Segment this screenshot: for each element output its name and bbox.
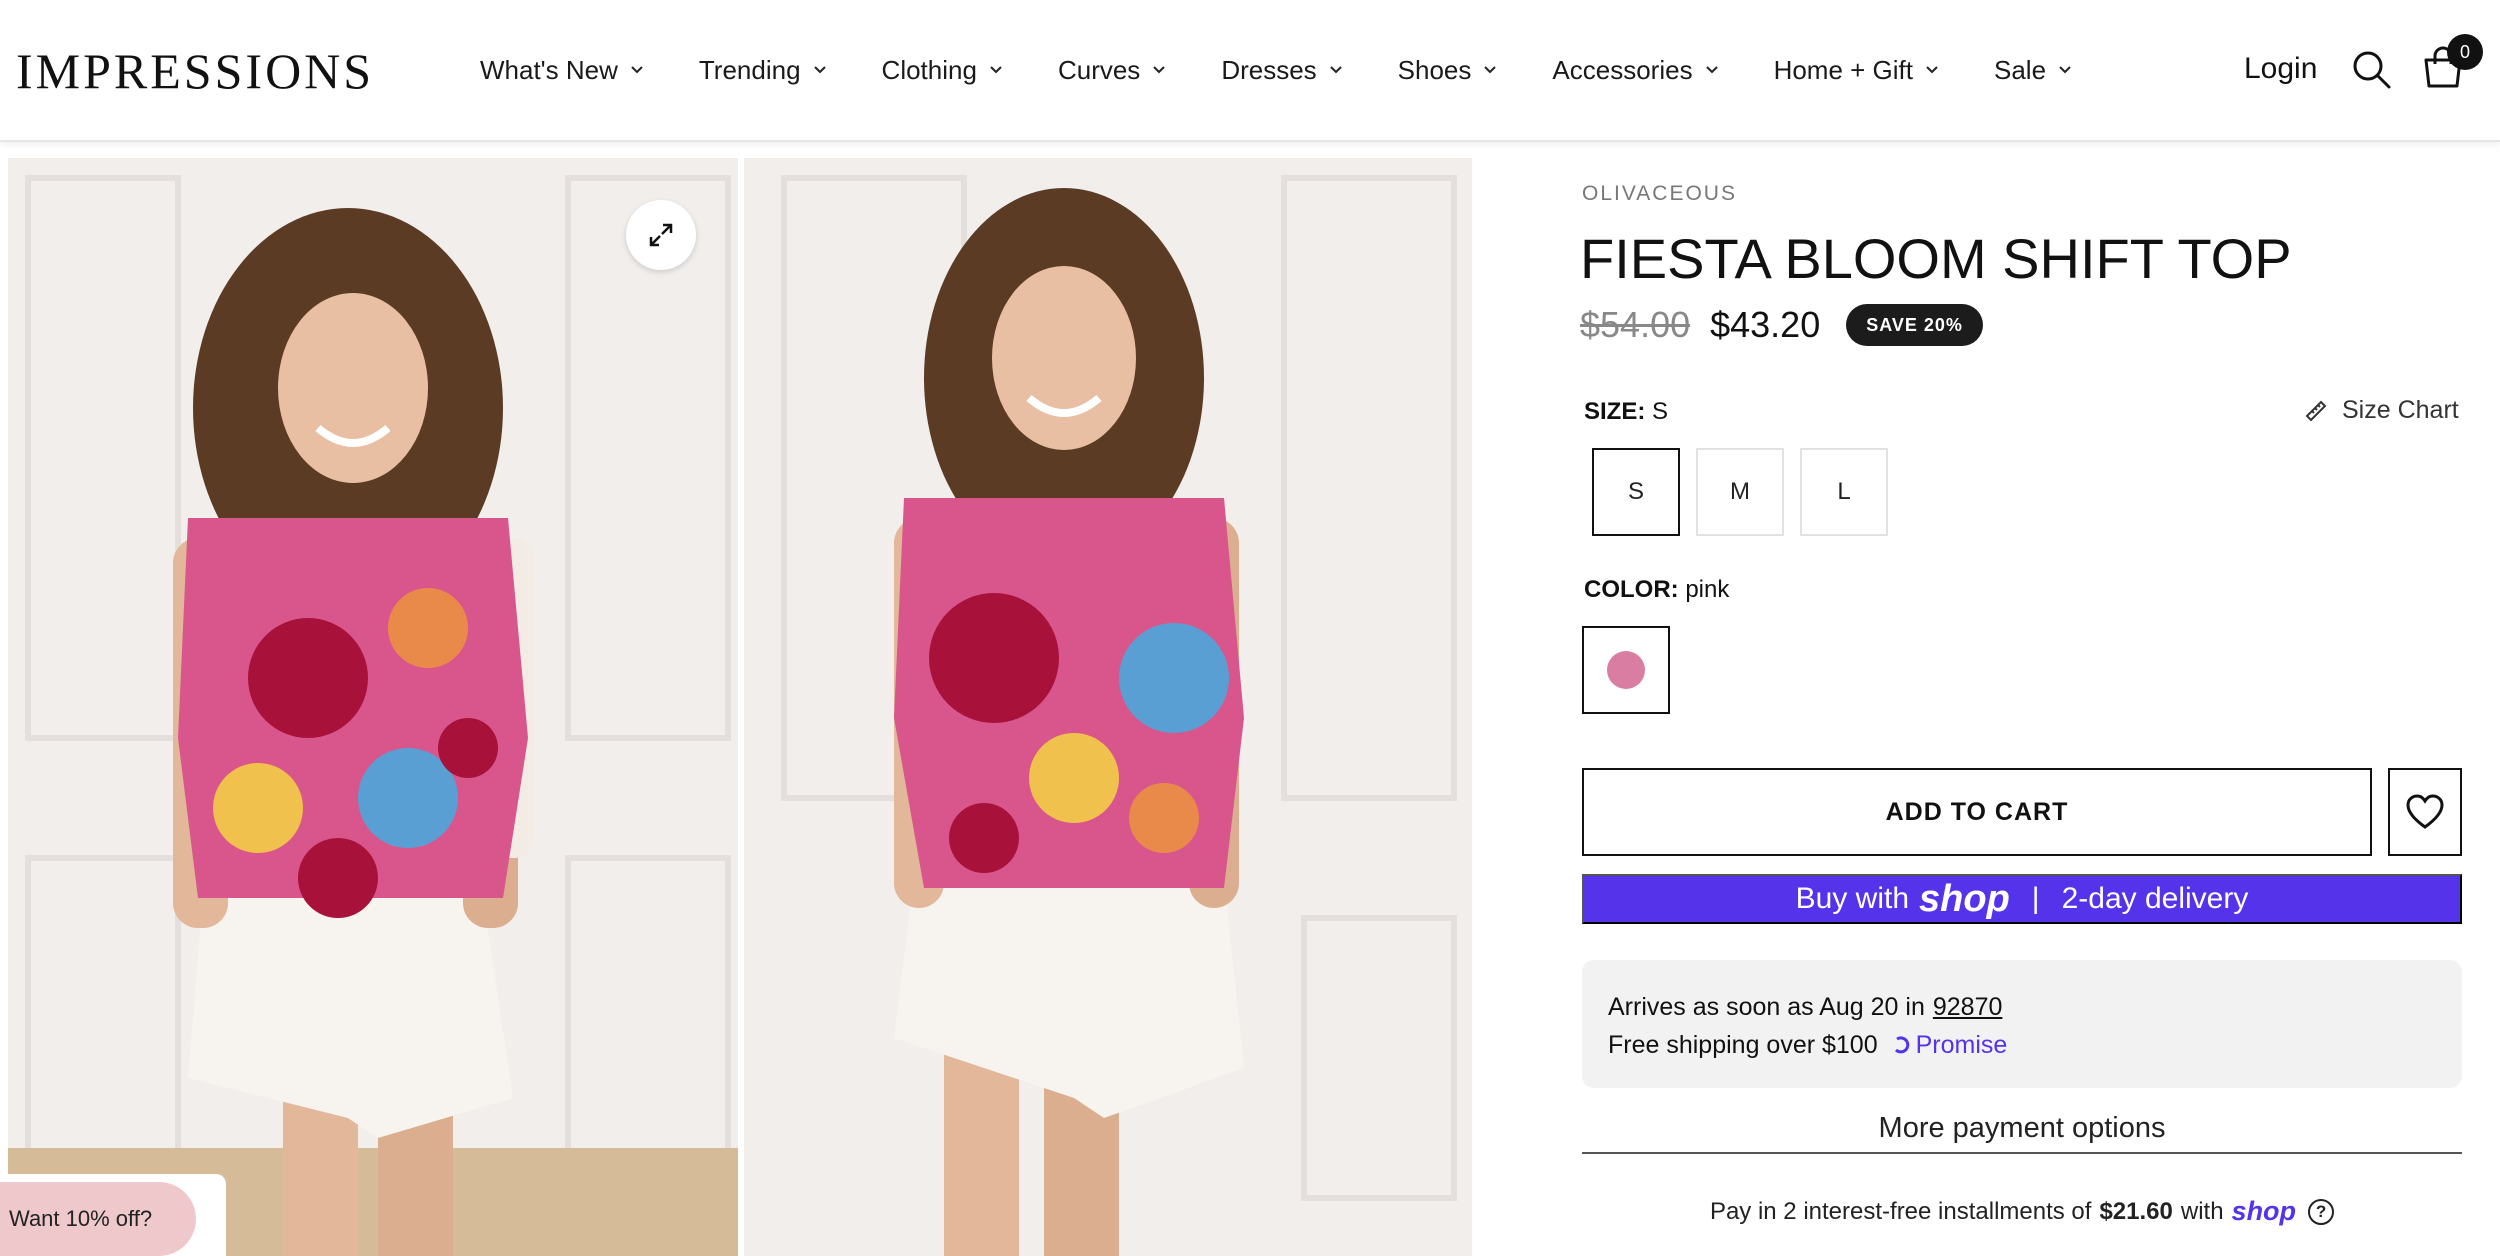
site-header: IMPRESSIONS What's New Trending Clothing…	[0, 0, 2500, 142]
color-label: COLOR:	[1584, 576, 1679, 603]
chevron-down-icon	[990, 66, 1002, 74]
color-option-label: COLOR: pink	[1584, 576, 1729, 604]
chevron-down-icon	[631, 66, 643, 74]
size-option-label: SIZE: S	[1584, 398, 1668, 426]
save-badge: SAVE 20%	[1846, 304, 1983, 346]
nav-shoes[interactable]: Shoes	[1398, 55, 1498, 86]
nav-label: What's New	[480, 54, 618, 85]
chevron-down-icon	[1926, 66, 1938, 74]
nav-label: Clothing	[881, 54, 977, 85]
shop-promise[interactable]: Promise	[1892, 1030, 2008, 1060]
installments-text: Pay in 2 interest-free installments of	[1709, 1197, 2092, 1225]
price-row: $54.00 $43.20 SAVE 20%	[1580, 300, 1983, 350]
add-to-cart-button[interactable]: ADD TO CART	[1582, 768, 2372, 856]
nav-accessories[interactable]: Accessories	[1552, 55, 1718, 86]
login-link[interactable]: Login	[2244, 52, 2317, 86]
buy-with-text: Buy with	[1795, 882, 1910, 915]
nav-label: Shoes	[1397, 54, 1472, 85]
size-option-s[interactable]: S	[1592, 448, 1680, 536]
product-title: FIESTA BLOOM SHIFT TOP	[1580, 227, 2292, 290]
size-chart-label: Size Chart	[2342, 396, 2459, 424]
help-icon[interactable]: ?	[2308, 1198, 2335, 1225]
discount-popup-button[interactable]: Want 10% off?	[0, 1182, 196, 1256]
nav-curves[interactable]: Curves	[1058, 55, 1166, 86]
size-label: SIZE:	[1584, 398, 1646, 425]
main-nav: What's New Trending Clothing Curves Dres…	[480, 50, 2072, 90]
nav-label: Curves	[1057, 54, 1141, 85]
delivery-estimate-box: Arrives as soon as Aug 20 in 92870 Free …	[1582, 960, 2462, 1088]
shop-pay-button[interactable]: Buy with shop | 2-day delivery	[1582, 874, 2462, 924]
promise-label: Promise	[1915, 1030, 2008, 1059]
arrival-text: Arrives as soon as Aug 20 in	[1608, 992, 1925, 1021]
wishlist-button[interactable]	[2388, 768, 2462, 856]
chevron-down-icon	[2059, 66, 2071, 74]
ruler-icon	[2305, 400, 2327, 421]
color-swatch-dot	[1607, 651, 1645, 689]
size-option-l[interactable]: L	[1800, 448, 1888, 536]
product-vendor[interactable]: OLIVACEOUS	[1582, 182, 1737, 206]
shop-pay-logo: shop	[2231, 1196, 2297, 1226]
free-shipping-text: Free shipping over $100	[1608, 1030, 1878, 1059]
nav-label: Accessories	[1552, 54, 1693, 85]
color-swatch-pink[interactable]	[1582, 626, 1670, 714]
shipping-line: Free shipping over $100 Promise	[1608, 1026, 2462, 1064]
installments-with: with	[2180, 1197, 2224, 1225]
nav-home-gift[interactable]: Home + Gift	[1774, 55, 1939, 86]
arrival-line: Arrives as soon as Aug 20 in 92870	[1608, 988, 2462, 1026]
chevron-down-icon	[1484, 66, 1497, 74]
nav-label: Home + Gift	[1773, 54, 1913, 85]
zip-code-link[interactable]: 92870	[1933, 993, 2003, 1022]
heart-icon	[2406, 794, 2444, 829]
nav-trending[interactable]: Trending	[699, 55, 827, 86]
site-logo[interactable]: IMPRESSIONS	[16, 42, 374, 100]
more-payment-options-link[interactable]: More payment options	[1582, 1112, 2462, 1154]
size-option-m[interactable]: M	[1696, 448, 1784, 536]
shop-logo: shop	[1919, 877, 2010, 920]
color-selected-value: pink	[1685, 576, 1730, 603]
expand-image-button[interactable]	[626, 200, 696, 270]
size-chart-link[interactable]: Size Chart	[2304, 396, 2459, 425]
search-icon[interactable]	[2350, 48, 2392, 90]
promise-icon	[1894, 1036, 1909, 1054]
product-image-side[interactable]	[744, 158, 1472, 1256]
chevron-down-icon	[1153, 66, 1166, 74]
model-photo-side	[744, 158, 1472, 1256]
nav-label: Dresses	[1221, 54, 1317, 85]
chevron-down-icon	[1329, 66, 1342, 74]
product-image-front[interactable]	[8, 158, 738, 1256]
size-selected-value: S	[1652, 398, 1669, 425]
installments-message: Pay in 2 interest-free installments of $…	[1582, 1196, 2462, 1227]
nav-label: Trending	[698, 54, 801, 85]
installment-amount: $21.60	[2099, 1197, 2173, 1225]
delivery-text: 2-day delivery	[2061, 882, 2249, 915]
model-photo-front	[8, 158, 738, 1256]
expand-icon	[649, 223, 673, 247]
cart-count-badge: 0	[2447, 34, 2483, 70]
nav-whats-new[interactable]: What's New	[480, 55, 644, 86]
nav-clothing[interactable]: Clothing	[882, 55, 1003, 86]
compare-at-price: $54.00	[1580, 304, 1691, 345]
chevron-down-icon	[1705, 66, 1718, 74]
nav-label: Sale	[1994, 54, 2047, 85]
divider-text: |	[2031, 882, 2040, 915]
chevron-down-icon	[813, 66, 826, 74]
sale-price: $43.20	[1710, 304, 1821, 345]
nav-dresses[interactable]: Dresses	[1221, 55, 1342, 86]
nav-sale[interactable]: Sale	[1994, 55, 2072, 86]
